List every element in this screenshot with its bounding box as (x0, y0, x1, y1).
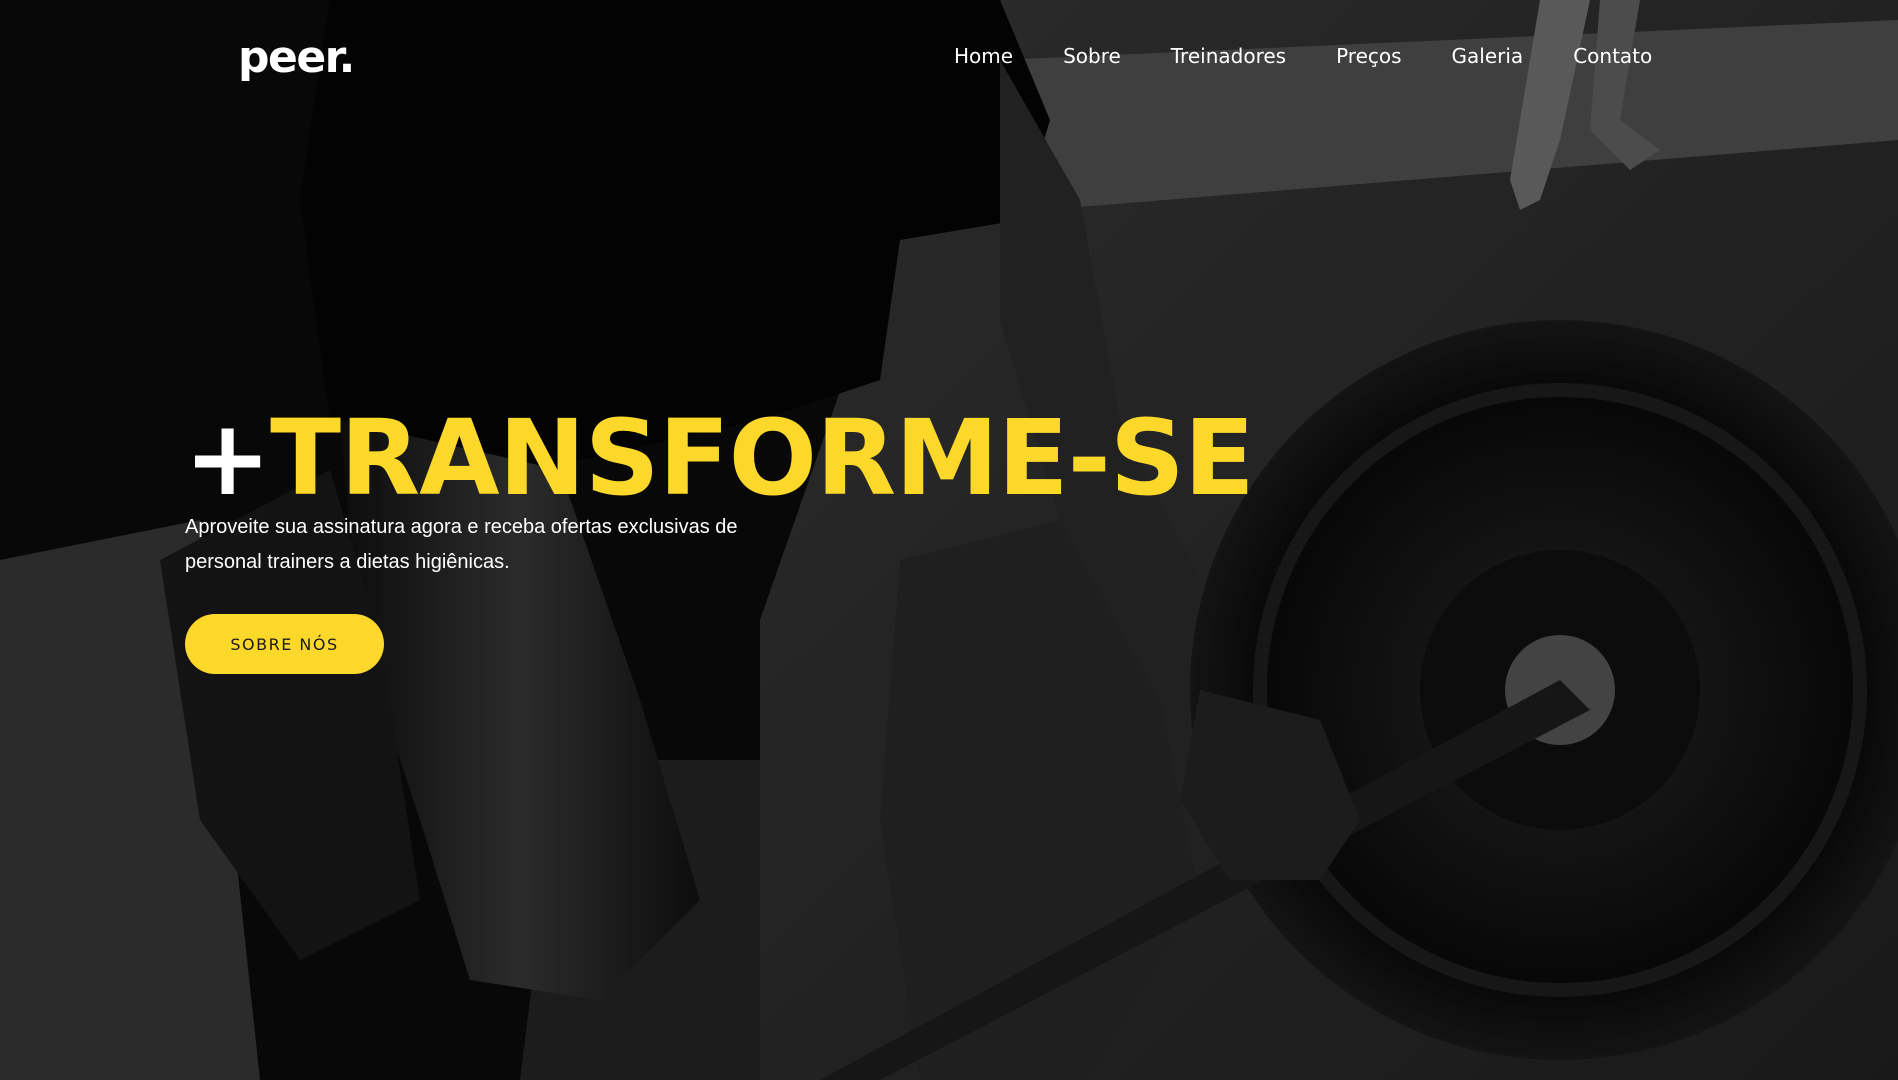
nav-item-sobre[interactable]: Sobre (1063, 44, 1121, 68)
hero-title-plus: + (184, 397, 271, 519)
main-nav: Home Sobre Treinadores Preços Galeria Co… (954, 44, 1652, 68)
nav-item-home[interactable]: Home (954, 44, 1013, 68)
nav-item-galeria[interactable]: Galeria (1452, 44, 1524, 68)
brand-logo[interactable]: peer. (238, 32, 355, 83)
sobre-nos-button[interactable]: SOBRE NÓS (185, 614, 384, 674)
nav-item-precos[interactable]: Preços (1336, 44, 1401, 68)
nav-item-treinadores[interactable]: Treinadores (1171, 44, 1286, 68)
hero-subtitle: Aproveite sua assinatura agora e receba … (185, 516, 738, 573)
nav-item-contato[interactable]: Contato (1573, 44, 1652, 68)
hero-title-word: TRANSFORME-SE (270, 397, 1255, 519)
hero-title: +TRANSFORME-SE (184, 403, 1255, 513)
site-header: peer. Home Sobre Treinadores Preços Gale… (0, 0, 1898, 112)
